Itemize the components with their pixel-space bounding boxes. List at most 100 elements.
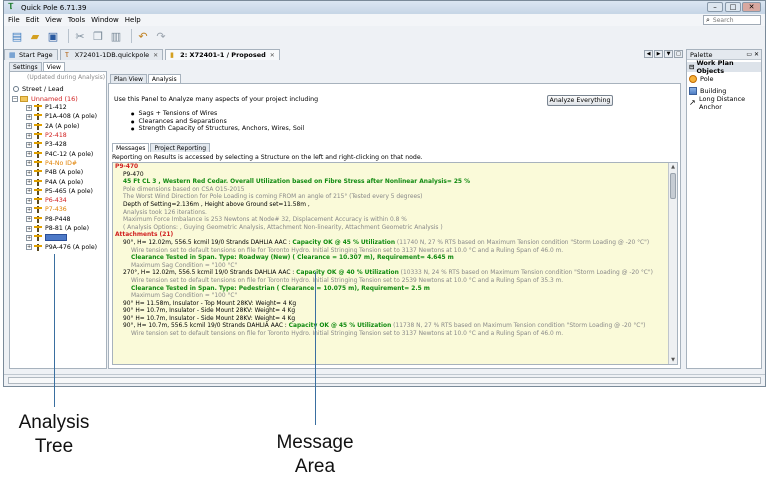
street-lead-radio[interactable] (13, 86, 19, 92)
menu-tools[interactable]: Tools (68, 16, 85, 24)
tree-node[interactable]: + P7-436 (12, 205, 106, 214)
tab-settings[interactable]: Settings (9, 62, 42, 71)
expand-icon[interactable]: + (26, 197, 32, 204)
expand-icon[interactable]: + (26, 188, 32, 195)
tab-label: 2: X72401-1 / Proposed (180, 51, 266, 59)
tree-node[interactable]: + P4A (A pole) (12, 177, 106, 186)
redo-icon[interactable]: ↷ (154, 29, 168, 43)
cut-icon[interactable]: ✂ (73, 29, 87, 43)
message-text: P9-470 (123, 171, 144, 178)
tab-analysis[interactable]: Analysis (147, 74, 181, 83)
tab-project-reporting[interactable]: Project Reporting (150, 143, 211, 152)
expand-icon[interactable]: + (26, 216, 32, 223)
message-text: (11738 N, 27 % RTS based on Maximum Tens… (391, 323, 646, 330)
palette-window-controls[interactable]: ▭ ✕ (746, 51, 759, 58)
close-tab-icon[interactable]: ✕ (270, 52, 275, 59)
scroll-thumb[interactable] (670, 173, 676, 199)
save-icon[interactable]: ▣ (46, 29, 60, 43)
expand-icon[interactable]: + (26, 234, 32, 241)
expand-icon[interactable]: + (26, 244, 32, 251)
tree-node[interactable]: + P5-465 (A pole) (12, 187, 106, 196)
expand-icon[interactable]: + (26, 169, 32, 176)
expand-icon[interactable]: + (26, 132, 32, 139)
anchor-icon: ↗ (689, 97, 696, 107)
tree-node[interactable]: + (12, 233, 106, 242)
tree-node[interactable]: + P4C-12 (A pole) (12, 149, 106, 158)
message-text: The Worst Wind Direction for Pole Loadin… (123, 194, 423, 201)
tree-node[interactable]: + P1-412 (12, 103, 106, 112)
close-tab-icon[interactable]: ✕ (153, 52, 158, 59)
tree-node[interactable]: + P3-428 (12, 140, 106, 149)
scroll-down-icon[interactable]: ▼ (669, 356, 677, 364)
bullet-item: Sags + Tensions of Wires (131, 110, 304, 118)
tree-node-rename-field[interactable] (45, 234, 67, 242)
analyze-everything-button[interactable]: Analyze Everything (547, 95, 613, 106)
menu-file[interactable]: File (8, 16, 20, 24)
message-text: Wire tension set to default tensions on … (131, 331, 564, 338)
new-project-icon[interactable]: ▤ (10, 29, 24, 43)
copy-icon[interactable]: ❐ (91, 29, 105, 43)
tree-root[interactable]: − Unnamed (16) (12, 94, 106, 103)
tab-start-page[interactable]: ▦ Start Page (4, 49, 58, 60)
tree-node[interactable]: +2A (A pole) (12, 122, 106, 131)
tab-messages[interactable]: Messages (112, 143, 150, 152)
expand-icon[interactable]: + (26, 160, 32, 167)
minimize-button[interactable]: – (707, 2, 723, 12)
menu-window[interactable]: Window (91, 16, 119, 24)
message-area[interactable]: P9-470 P9-470 45 Ft CL 3 , Western Red Ced… (112, 162, 678, 365)
analysis-tree-annotation: Analysis Tree (4, 411, 104, 459)
message-text: 45 Ft CL 3 , Western Red Cedar. Overall … (123, 179, 470, 186)
tab-list-icon[interactable]: ▼ (664, 50, 673, 58)
message-line: The Worst Wind Direction for Pole Loadin… (115, 194, 665, 202)
search-input[interactable] (712, 16, 753, 24)
message-line: P9-470 (115, 164, 665, 172)
message-text: 270°, H= 12.02m, 556.5 kcmil 19/0 Strand… (123, 270, 297, 277)
expand-icon[interactable]: + (26, 151, 32, 158)
tree-node[interactable]: + P4-No ID# (12, 159, 106, 168)
menu-help[interactable]: Help (125, 16, 141, 24)
close-button[interactable]: ✕ (742, 2, 761, 12)
tree-node[interactable]: + P8-P448 (12, 215, 106, 224)
undo-icon[interactable]: ↶ (136, 29, 150, 43)
tree-node-label: P4-No ID# (45, 159, 78, 167)
message-text: Capacity OK @ 45 % Utilization (288, 323, 392, 330)
tree-node[interactable]: + P9A-476 (A pole) (12, 242, 106, 251)
paste-icon[interactable]: ▥ (109, 29, 123, 43)
open-project-icon[interactable]: ▰ (28, 29, 42, 43)
expand-icon[interactable]: + (26, 179, 32, 186)
expand-icon[interactable]: + (26, 113, 32, 120)
tree-node[interactable]: + P1A-408 (A pole) (12, 112, 106, 121)
tab-view[interactable]: View (42, 62, 65, 71)
street-lead-option[interactable]: Street / Lead (13, 85, 64, 93)
palette-item-anchor[interactable]: ↗ Long Distance Anchor (687, 95, 761, 111)
tab-maximize-icon[interactable]: □ (674, 50, 683, 58)
maximize-button[interactable]: □ (725, 2, 741, 12)
tab-proposed[interactable]: ▮ 2: X72401-1 / Proposed ✕ (165, 49, 280, 60)
expand-icon[interactable]: + (26, 206, 32, 213)
expand-icon[interactable]: + (26, 225, 32, 232)
scroll-up-icon[interactable]: ▲ (669, 163, 677, 171)
expand-icon[interactable]: + (26, 123, 32, 130)
tree-node[interactable]: + P8-81 (A pole) (12, 224, 106, 233)
expand-icon[interactable]: + (26, 104, 32, 111)
tab-plan-view[interactable]: Plan View (110, 74, 147, 83)
window-title: Quick Pole 6.71.39 (21, 3, 87, 12)
message-scrollbar[interactable]: ▲ ▼ (668, 163, 677, 364)
expand-icon[interactable]: + (26, 141, 32, 148)
menu-view[interactable]: View (45, 16, 62, 24)
message-line: Depth of Setting=2.136m , Height above G… (115, 202, 665, 210)
tree-node[interactable]: + P4B (A pole) (12, 168, 106, 177)
message-text: Maximum Force Imbalance is 253 Newtons a… (123, 217, 407, 224)
collapse-icon[interactable]: − (12, 95, 18, 102)
tree-node[interactable]: + P6-434 (12, 196, 106, 205)
pole-node-icon (34, 104, 42, 112)
tree-node[interactable]: + P2-418 (12, 131, 106, 140)
tab-left-arrow-icon[interactable]: ◀ (644, 50, 653, 58)
work-plan-section[interactable]: ⊟ Work Plan Objects (687, 59, 761, 75)
tab-project-file[interactable]: Ⲧ X72401-1DB.quickpole ✕ (59, 49, 164, 60)
menu-bar: File Edit View Tools Window Help ⌕ (4, 14, 765, 26)
menu-edit[interactable]: Edit (26, 16, 40, 24)
search-box[interactable]: ⌕ (703, 15, 761, 25)
tab-right-arrow-icon[interactable]: ▶ (654, 50, 663, 58)
message-line: 45 Ft CL 3 , Western Red Cedar. Overall … (115, 179, 665, 187)
